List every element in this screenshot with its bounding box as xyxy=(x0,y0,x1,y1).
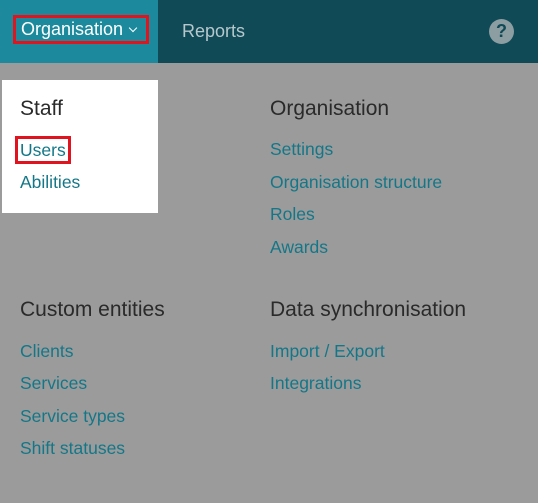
nav-item-reports[interactable]: Reports xyxy=(182,20,245,42)
menu-link-services[interactable]: Services xyxy=(20,372,87,394)
menu-link-organisation-structure[interactable]: Organisation structure xyxy=(270,171,442,193)
menu-link-import-export[interactable]: Import / Export xyxy=(270,340,385,362)
section-title-data-synchronisation: Data synchronisation xyxy=(270,298,467,321)
menu-link-users[interactable]: Users xyxy=(15,136,71,164)
help-icon[interactable]: ? xyxy=(489,19,514,44)
section-title-staff: Staff xyxy=(20,97,63,120)
nav-organisation-label: Organisation xyxy=(21,19,124,39)
menu-link-abilities[interactable]: Abilities xyxy=(20,171,80,193)
menu-link-awards[interactable]: Awards xyxy=(270,236,328,258)
menu-link-service-types[interactable]: Service types xyxy=(20,405,125,427)
section-title-custom-entities: Custom entities xyxy=(20,298,165,321)
menu-link-shift-statuses[interactable]: Shift statuses xyxy=(20,437,125,459)
menu-link-clients[interactable]: Clients xyxy=(20,340,74,362)
top-nav-bar: Organisation Reports ? xyxy=(0,0,538,63)
menu-link-roles[interactable]: Roles xyxy=(270,203,315,225)
menu-link-settings[interactable]: Settings xyxy=(270,138,333,160)
section-title-organisation: Organisation xyxy=(270,97,390,120)
nav-item-organisation[interactable]: Organisation xyxy=(0,0,158,63)
menu-link-integrations[interactable]: Integrations xyxy=(270,372,361,394)
nav-organisation-highlight[interactable]: Organisation xyxy=(13,15,149,44)
chevron-down-icon xyxy=(128,23,138,33)
